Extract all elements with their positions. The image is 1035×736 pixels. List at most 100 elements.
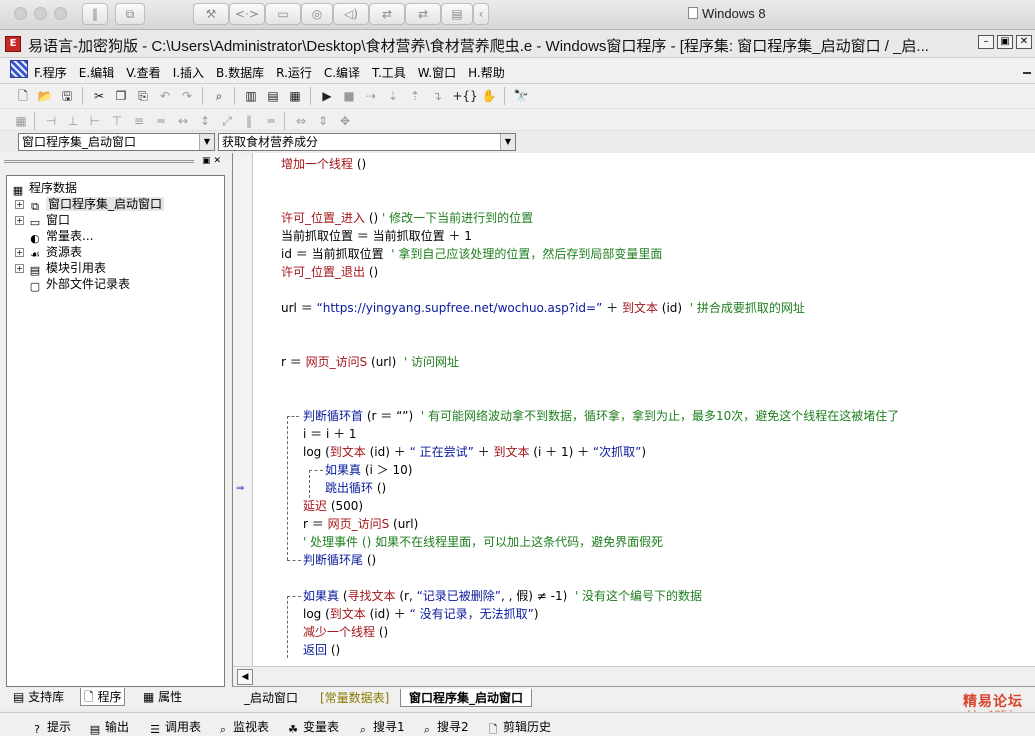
code-line[interactable]: 许可_位置_退出 () (281, 263, 378, 281)
undo-icon[interactable]: ↶ (156, 87, 174, 105)
menu-item-9[interactable]: H.帮助 (468, 64, 505, 81)
align-bottom-icon[interactable]: ═ (152, 112, 170, 130)
code-line[interactable]: url ＝ “https://yingyang.supfree.net/woch… (281, 299, 805, 317)
layout-1-icon[interactable]: ▥ (242, 87, 260, 105)
layout-2-icon[interactable]: ▤ (264, 87, 282, 105)
center-both-icon[interactable]: ✥ (336, 112, 354, 130)
tab-search-1[interactable]: ⌕ 搜寻1 (356, 718, 405, 736)
code-line[interactable]: 如果真 (i ＞ 10) (325, 461, 412, 479)
tree-node[interactable]: + ▭ 窗口 (7, 212, 224, 229)
menu-item-2[interactable]: V.查看 (126, 64, 160, 81)
code-icon[interactable]: <·> (229, 3, 265, 25)
scroll-left-icon[interactable]: ◀ (237, 669, 253, 685)
center-h-icon[interactable]: ⇔ (292, 112, 310, 130)
tab-constants[interactable]: [常量数据表] (312, 689, 397, 707)
braces-icon[interactable]: +{} (452, 87, 478, 105)
code-line[interactable]: 延迟 (500) (303, 497, 363, 515)
usb2-icon[interactable]: ⇄ (405, 3, 441, 25)
expand-icon[interactable]: + (15, 248, 24, 257)
align-top-icon[interactable]: ⊤ (108, 112, 126, 130)
menu-item-1[interactable]: E.编辑 (79, 64, 114, 81)
tab-search-2[interactable]: ⌕ 搜寻2 (420, 718, 469, 736)
same-height-icon[interactable]: ↕ (196, 112, 214, 130)
find-icon[interactable]: ⌕ (210, 87, 228, 105)
code-line[interactable]: 当前抓取位置 ＝ 当前抓取位置 ＋ 1 (281, 227, 472, 245)
tab-program[interactable]: 🗋 程序 (80, 688, 126, 706)
code-line[interactable]: 增加一个线程 () (281, 155, 366, 173)
new-file-icon[interactable]: 🗋 (14, 87, 32, 105)
code-editor[interactable]: ⇒ 增加一个线程 () 许可_位置_进入 () ' 修改一下当前进行到的位置 当前抓… (232, 153, 1035, 686)
chevron-down-icon[interactable]: ▼ (199, 134, 214, 150)
menu-item-8[interactable]: W.窗口 (418, 64, 456, 81)
step-4-icon[interactable]: ↴ (428, 87, 446, 105)
usb-icon[interactable]: ⇄ (369, 3, 405, 25)
align-right-icon[interactable]: ⊢ (86, 112, 104, 130)
code-area[interactable]: 增加一个线程 () 许可_位置_进入 () ' 修改一下当前进行到的位置 当前抓取位… (281, 155, 1031, 660)
menu-item-0[interactable]: F.程序 (34, 64, 67, 81)
horizontal-scrollbar[interactable]: ◀ (233, 666, 1035, 686)
binoculars-icon[interactable]: 🔭 (512, 87, 530, 105)
tab-watch[interactable]: ⌕ 监视表 (216, 718, 269, 736)
minimize-icon[interactable]: – (978, 35, 994, 49)
step-3-icon[interactable]: ⇡ (406, 87, 424, 105)
zoom-window-button[interactable] (54, 7, 67, 20)
tree-node[interactable]: ▢ 外部文件记录表 (7, 276, 224, 293)
panel-buttons[interactable]: ▣✕ (202, 156, 224, 166)
tab-output[interactable]: ▤ 输出 (88, 718, 129, 736)
speaker-icon[interactable]: ◁) (333, 3, 369, 25)
tab-support-library[interactable]: ▤ 支持库 (10, 688, 67, 706)
assembly-select[interactable]: 窗口程序集_启动窗口 ▼ (18, 133, 215, 151)
center-v-icon[interactable]: ⇕ (314, 112, 332, 130)
open-file-icon[interactable]: 📂 (36, 87, 54, 105)
align-left-icon[interactable]: ⊣ (42, 112, 60, 130)
tab-hint[interactable]: ? 提示 (30, 718, 71, 736)
close-icon[interactable]: ✕ (1016, 35, 1032, 49)
chevron-left-icon[interactable]: ‹ (473, 3, 489, 25)
tree-node[interactable]: ▦ 程序数据 (7, 180, 224, 197)
menu-item-3[interactable]: I.插入 (173, 64, 204, 81)
minimize-window-button[interactable] (34, 7, 47, 20)
menu-item-5[interactable]: R.运行 (276, 64, 312, 81)
code-line[interactable]: 减少一个线程 () (303, 623, 388, 641)
tab-variables[interactable]: ☘ 变量表 (286, 718, 339, 736)
sidebar-icon[interactable]: ‖ (82, 3, 108, 25)
paste-icon[interactable]: ⎘ (134, 87, 152, 105)
same-size-icon[interactable]: ⤢ (218, 112, 236, 130)
same-width-icon[interactable]: ↔ (174, 112, 192, 130)
cut-icon[interactable]: ✂ (90, 87, 108, 105)
tab-properties[interactable]: ▦ 属性 (140, 688, 185, 706)
copy-icon[interactable]: ❐ (112, 87, 130, 105)
h-space-icon[interactable]: ‖ (240, 112, 258, 130)
drive-icon[interactable]: ▭ (265, 3, 301, 25)
folder-sync-icon[interactable]: ▤ (441, 3, 473, 25)
align-center-icon[interactable]: ⊥ (64, 112, 82, 130)
code-line[interactable]: 许可_位置_进入 () ' 修改一下当前进行到的位置 (281, 209, 533, 227)
code-line[interactable]: 跳出循环 () (325, 479, 386, 497)
wrench-icon[interactable]: ⚒ (193, 3, 229, 25)
step-2-icon[interactable]: ⇣ (384, 87, 402, 105)
tab-clip-history[interactable]: 🗋 剪辑历史 (486, 718, 551, 736)
expand-icon[interactable]: + (15, 264, 24, 273)
menu-item-6[interactable]: C.编译 (324, 64, 360, 81)
code-line[interactable]: r ＝ 网页_访问S (url) (303, 515, 418, 533)
tree-node[interactable]: + ☙ 资源表 (7, 244, 224, 261)
app-icon[interactable]: E (5, 36, 21, 52)
chevron-down-icon[interactable]: ▼ (500, 134, 515, 150)
align-middle-icon[interactable]: ≡ (130, 112, 148, 130)
save-icon[interactable]: 🖫 (58, 87, 76, 105)
menu-item-4[interactable]: B.数据库 (216, 64, 264, 81)
tree-node[interactable]: ◐ 常量表... (7, 228, 224, 245)
code-line[interactable]: i ＝ i ＋ 1 (303, 425, 357, 443)
code-line[interactable]: ' 处理事件 () 如果不在线程里面，可以加上这条代码，避免界面假死 (303, 533, 663, 551)
code-line[interactable]: 如果真 (寻找文本 (r, “记录已被删除”, , 假) ≠ -1) ' 没有这… (303, 587, 702, 605)
layout-3-icon[interactable]: ▦ (286, 87, 304, 105)
tab-assembly[interactable]: 窗口程序集_启动窗口 (400, 689, 533, 707)
code-line[interactable]: 返回 () (303, 641, 340, 659)
code-line[interactable]: id ＝ 当前抓取位置 ' 拿到自己应该处理的位置，然后存到局部变量里面 (281, 245, 662, 263)
code-line[interactable]: r ＝ 网页_访问S (url) ' 访问网址 (281, 353, 459, 371)
v-space-icon[interactable]: ═ (262, 112, 280, 130)
expand-icon[interactable]: + (15, 216, 24, 225)
menu-item-7[interactable]: T.工具 (372, 64, 406, 81)
hand-icon[interactable]: ✋ (480, 87, 498, 105)
restore-icon[interactable]: ▣ (997, 35, 1013, 49)
